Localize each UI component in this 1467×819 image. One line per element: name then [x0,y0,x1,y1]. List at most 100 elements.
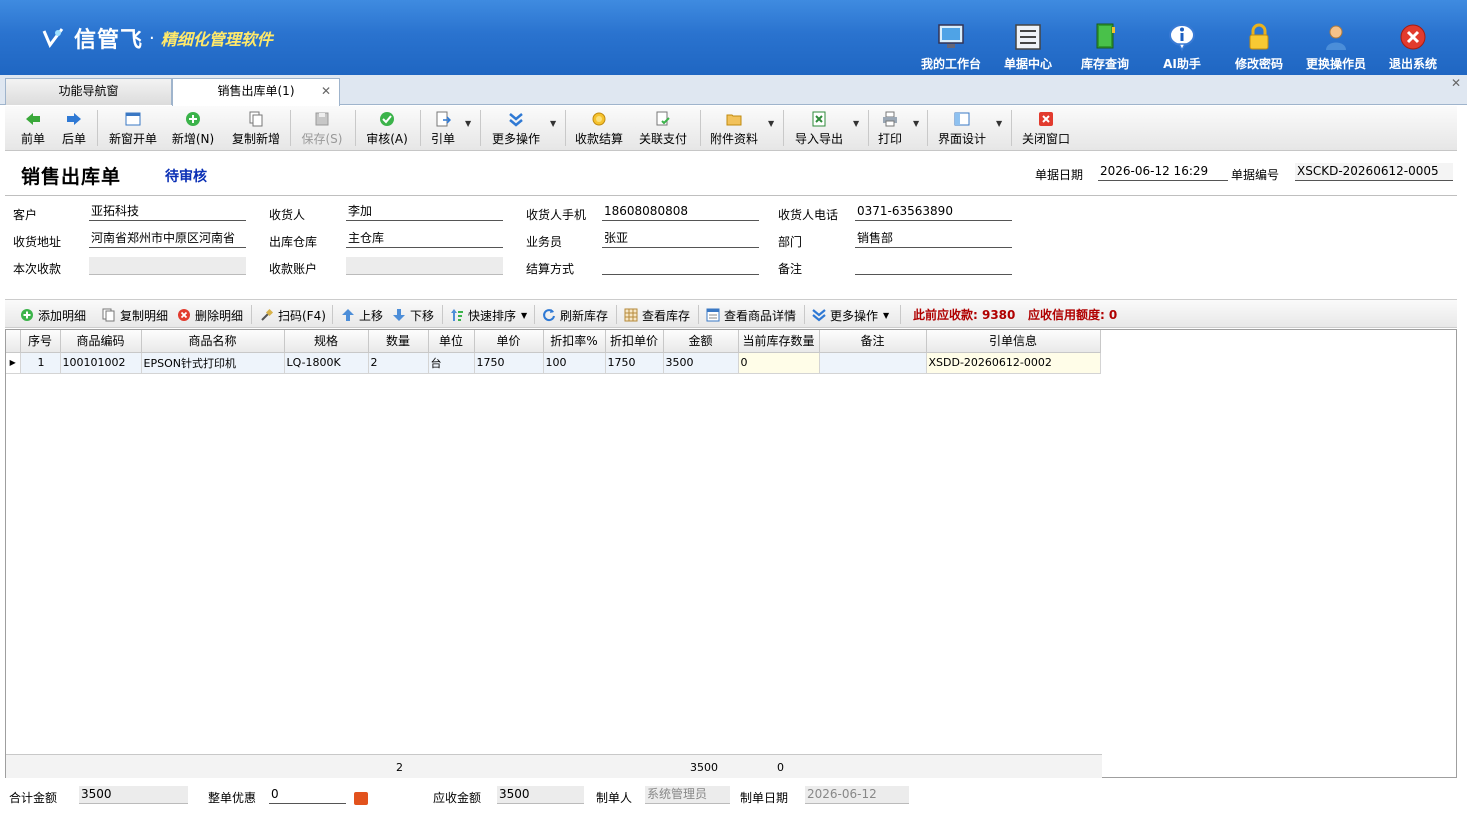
column-header[interactable]: 商品名称 [141,330,285,353]
view-stock-button[interactable]: 查看库存 [624,306,690,324]
cell-name[interactable]: EPSON针式打印机 [141,352,285,374]
detail-more-dropdown-icon[interactable]: ▼ [883,311,889,320]
cell-seq[interactable]: 1 [20,352,61,374]
document-center-button[interactable]: 单据中心 [990,20,1066,74]
tab-navigation[interactable]: 功能导航窗 [5,78,172,105]
phone-field[interactable]: 0371-63563890 [855,203,1012,221]
cell-spec[interactable]: LQ-1800K [284,352,369,374]
cell-unit[interactable]: 台 [428,352,475,374]
move-down-button[interactable]: 下移 [392,306,434,324]
exit-system-button[interactable]: 退出系统 [1375,20,1451,74]
save-button[interactable]: 保存(S) [300,111,344,149]
address-field[interactable]: 河南省郑州市中原区河南省 [89,230,246,248]
attachment-dropdown-icon[interactable]: ▼ [768,119,774,128]
column-header[interactable]: 数量 [368,330,429,353]
refresh-icon [543,309,555,322]
link-pay-button[interactable]: 关联支付 [637,111,689,149]
change-password-button[interactable]: 修改密码 [1221,20,1297,74]
doc-no-field[interactable]: XSCKD-20260612-0005 [1295,163,1453,181]
cell-reference[interactable]: XSDD-20260612-0002 [926,352,1101,374]
next-doc-button[interactable]: 后单 [61,111,87,149]
info-bubble-icon [1169,24,1195,52]
more-actions-dropdown-icon[interactable]: ▼ [550,119,556,128]
settle-button[interactable]: 收款结算 [573,111,625,149]
cell-stock[interactable]: 0 [738,352,820,374]
reference-button[interactable]: 引单 [430,111,456,149]
delete-detail-button[interactable]: 删除明细 [177,306,243,324]
prev-doc-button[interactable]: 前单 [20,111,46,149]
cell-discount-price[interactable]: 1750 [605,352,664,374]
column-header[interactable]: 商品编码 [60,330,142,353]
prior-receivable: 此前应收款: 9380 [913,308,1016,322]
receipt-field[interactable] [89,257,246,275]
detail-more-button[interactable]: 更多操作 ▼ [812,306,889,324]
import-export-button[interactable]: 导入导出 [793,111,845,149]
sum-stock: 0 [777,761,784,774]
table-row[interactable]: ▶ 1 100101002 EPSON针式打印机 LQ-1800K 2 台 17… [6,352,1101,374]
ai-assistant-button[interactable]: AI助手 [1144,20,1220,74]
print-dropdown-icon[interactable]: ▼ [913,119,919,128]
scan-button[interactable]: 扫码(F4) [260,306,326,324]
reference-dropdown-icon[interactable]: ▼ [465,119,471,128]
column-header[interactable]: 折扣率% [543,330,606,353]
total-field[interactable]: 3500 [79,786,188,804]
column-header[interactable]: 备注 [819,330,927,353]
remark-field[interactable] [855,257,1012,275]
doc-date-field[interactable]: 2026-06-12 16:29 [1098,163,1228,181]
column-header[interactable]: 金额 [663,330,739,353]
refresh-stock-button[interactable]: 刷新库存 [542,306,608,324]
dept-field[interactable]: 销售部 [855,230,1012,248]
brand-separator: · [149,27,155,49]
discount-apply-icon[interactable] [354,792,368,805]
import-export-dropdown-icon[interactable]: ▼ [853,119,859,128]
column-header[interactable]: 序号 [20,330,61,353]
settle-method-field[interactable] [602,257,759,275]
customer-field[interactable]: 亚拓科技 [89,203,246,221]
move-up-button[interactable]: 上移 [341,306,383,324]
discount-field[interactable]: 0 [269,786,346,804]
product-detail-button[interactable]: 查看商品详情 [706,306,796,324]
salesman-field[interactable]: 张亚 [602,230,759,248]
print-button[interactable]: 打印 [877,111,903,149]
window-close-icon[interactable]: ✕ [1451,76,1461,90]
more-actions-button[interactable]: 更多操作 [490,111,542,149]
cell-amount[interactable]: 3500 [663,352,739,374]
cell-remark[interactable] [819,352,927,374]
workbench-button[interactable]: 我的工作台 [913,20,989,74]
attachment-button[interactable]: 附件资料 [708,111,760,149]
add-new-button[interactable]: 新增(N) [171,111,215,149]
quick-sort-dropdown-icon[interactable]: ▼ [521,311,527,320]
tab-sales-outbound[interactable]: 销售出库单(1) ✕ [172,78,340,106]
cell-qty[interactable]: 2 [368,352,429,374]
arrow-up-icon [342,309,354,321]
add-detail-button[interactable]: 添加明细 [20,306,86,324]
cell-price[interactable]: 1750 [474,352,544,374]
ui-design-dropdown-icon[interactable]: ▼ [996,119,1002,128]
column-header[interactable]: 当前库存数量 [738,330,820,353]
account-field[interactable] [346,257,503,275]
close-window-button[interactable]: 关闭窗口 [1020,111,1072,149]
column-header[interactable]: 引单信息 [926,330,1101,353]
cell-discount-rate[interactable]: 100 [543,352,606,374]
floppy-icon [315,112,329,126]
copy-detail-button[interactable]: 复制明细 [102,306,168,324]
approve-button[interactable]: 审核(A) [365,111,409,149]
column-header[interactable]: 单价 [474,330,544,353]
warehouse-field[interactable]: 主仓库 [346,230,503,248]
ui-design-button[interactable]: 界面设计 [936,111,988,149]
copy-add-button[interactable]: 复制新增 [230,111,282,149]
column-header[interactable]: 规格 [284,330,369,353]
new-window-button[interactable]: 新窗开单 [107,111,159,149]
receivable-field[interactable]: 3500 [497,786,584,804]
consignee-field[interactable]: 李加 [346,203,503,221]
cell-code[interactable]: 100101002 [60,352,142,374]
top-banner: 信管飞 · 精细化管理软件 我的工作台 单据中心 库存查询 AI助手 修改密码 … [0,0,1467,75]
switch-operator-button[interactable]: 更换操作员 [1298,20,1374,74]
tab-close-icon[interactable]: ✕ [321,79,331,104]
brand-name: 信管飞 [74,28,144,53]
stock-query-button[interactable]: 库存查询 [1067,20,1143,74]
quick-sort-button[interactable]: 快速排序 ▼ [450,306,527,324]
column-header[interactable]: 折扣单价 [605,330,664,353]
mobile-field[interactable]: 18608080808 [602,203,759,221]
column-header[interactable]: 单位 [428,330,475,353]
